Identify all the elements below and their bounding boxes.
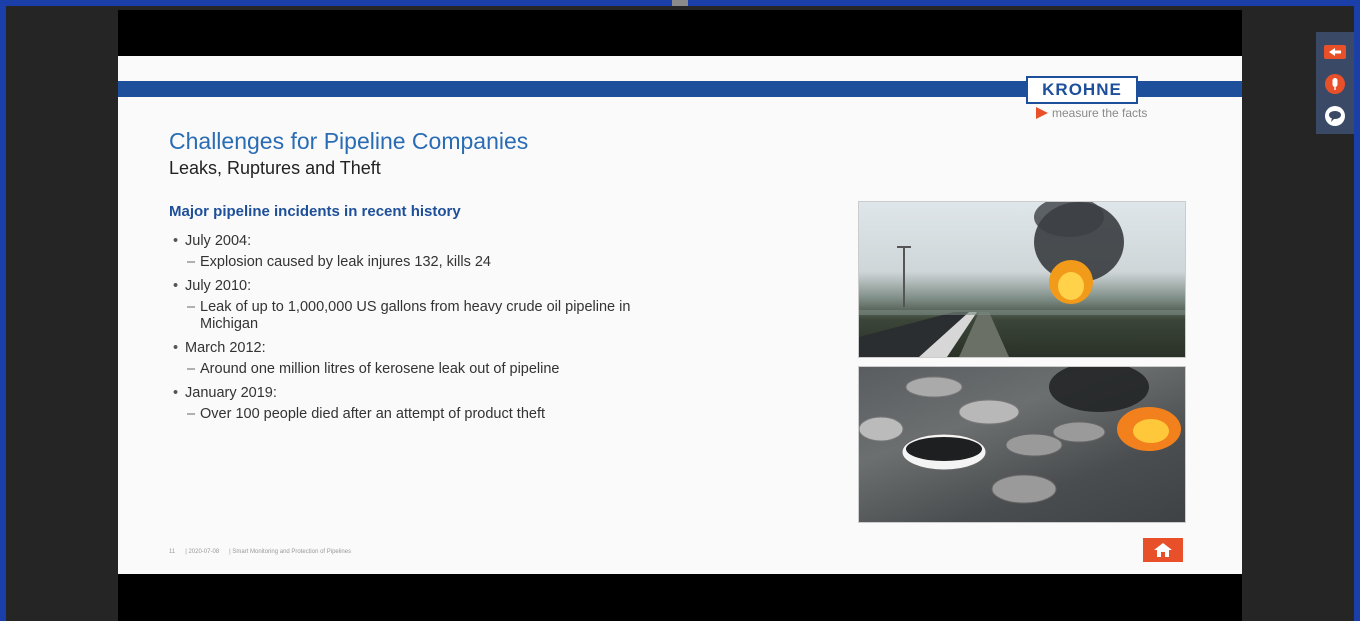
section-heading: Major pipeline incidents in recent histo… bbox=[169, 203, 461, 220]
microphone-icon bbox=[1325, 74, 1345, 94]
home-icon bbox=[1154, 543, 1172, 557]
chat-icon bbox=[1325, 106, 1345, 126]
pipeline-fire-photo bbox=[858, 201, 1186, 358]
slide-subtitle: Leaks, Ruptures and Theft bbox=[169, 158, 381, 178]
letterbox-bottom bbox=[118, 574, 1242, 621]
arrow-icon bbox=[1036, 107, 1048, 119]
home-button[interactable] bbox=[1143, 538, 1183, 562]
tagline-text: measure the facts bbox=[1052, 106, 1148, 120]
slide-footer: 11 | 2020-07-08 | Smart Monitoring and P… bbox=[169, 549, 351, 555]
incident-date: July 2010: bbox=[173, 275, 733, 297]
incident-detail: Around one million litres of kerosene le… bbox=[173, 361, 733, 378]
incident-detail: Leak of up to 1,000,000 US gallons from … bbox=[173, 299, 670, 333]
footer-date: | 2020-07-08 bbox=[185, 549, 220, 555]
chat-button[interactable] bbox=[1323, 104, 1347, 128]
incident-date: January 2019: bbox=[173, 382, 733, 404]
incident-detail: Over 100 people died after an attempt of… bbox=[173, 406, 733, 423]
krohne-logo: KROHNE bbox=[1026, 76, 1138, 104]
footer-text: | Smart Monitoring and Protection of Pip… bbox=[229, 549, 352, 555]
microphone-button[interactable] bbox=[1323, 72, 1347, 96]
logo-tagline: measure the facts bbox=[1036, 106, 1147, 120]
incident-date: July 2004: bbox=[173, 230, 733, 252]
incident-list: July 2004: Explosion caused by leak inju… bbox=[173, 230, 733, 427]
incident-date: March 2012: bbox=[173, 337, 733, 359]
tank-farm-fire-photo bbox=[858, 366, 1186, 523]
letterbox-top bbox=[118, 10, 1242, 56]
slide-title: Challenges for Pipeline Companies bbox=[169, 128, 529, 154]
exit-button[interactable] bbox=[1323, 40, 1347, 64]
exit-icon bbox=[1324, 45, 1346, 59]
meeting-toolbar bbox=[1316, 32, 1354, 134]
incident-detail: Explosion caused by leak injures 132, ki… bbox=[173, 254, 733, 271]
window-grip[interactable] bbox=[672, 0, 688, 6]
presentation-slide: KROHNE measure the facts Challenges for … bbox=[118, 56, 1242, 574]
page-number: 11 bbox=[169, 549, 176, 555]
